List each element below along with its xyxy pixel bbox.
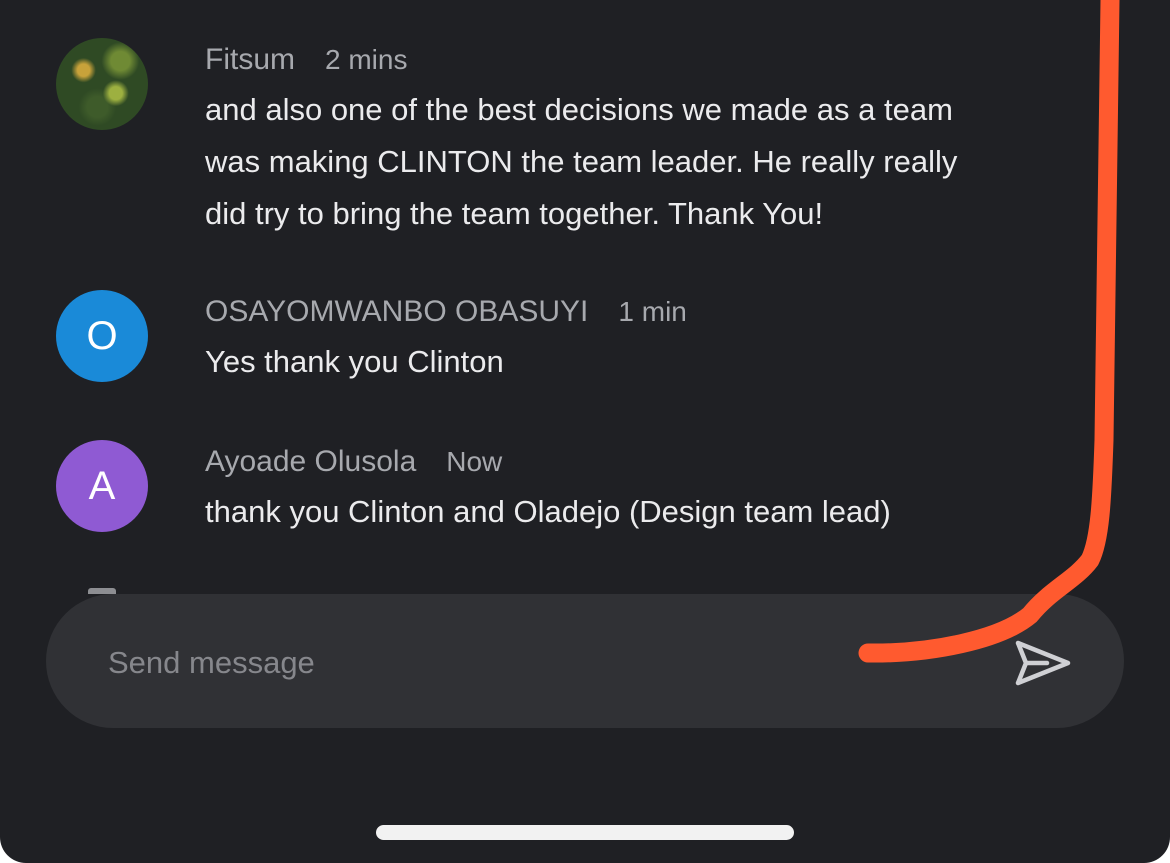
avatar-letter: A	[88, 464, 116, 508]
message-line: Yes thank you Clinton	[205, 344, 504, 379]
send-icon	[1015, 640, 1071, 686]
message-text: Yes thank you Clinton	[205, 336, 1085, 388]
message-meta: OSAYOMWANBO OBASUYI 1 min	[205, 292, 687, 332]
message-list[interactable]: Fitsum 2 mins and also one of the best de…	[0, 0, 1170, 600]
author-name: Ayoade Olusola	[205, 445, 417, 478]
message-line: was making CLINTON the team leader. He r…	[205, 144, 958, 179]
avatar-letter: O	[86, 314, 118, 358]
avatar[interactable]: A	[56, 440, 148, 532]
message-line: did try to bring the team together. Than…	[205, 196, 824, 231]
message-text: and also one of the best decisions we ma…	[205, 84, 1085, 240]
author-name: Fitsum	[205, 43, 295, 76]
message-time: 1 min	[618, 296, 687, 327]
message-text: thank you Clinton and Oladejo (Design te…	[205, 486, 1085, 538]
send-button[interactable]	[1012, 638, 1074, 688]
message-meta: Fitsum 2 mins	[205, 40, 407, 80]
message-line: and also one of the best decisions we ma…	[205, 92, 953, 127]
message-time: Now	[446, 446, 503, 477]
avatar[interactable]: O	[56, 290, 148, 382]
message-meta: Ayoade Olusola Now	[205, 442, 502, 482]
message-composer	[46, 594, 1124, 728]
chat-screen: Fitsum 2 mins and also one of the best de…	[0, 0, 1170, 863]
home-indicator[interactable]	[376, 825, 794, 840]
send-message-input[interactable]	[106, 634, 870, 692]
avatar[interactable]	[56, 38, 148, 130]
message-line: thank you Clinton and Oladejo (Design te…	[205, 494, 891, 529]
message-time: 2 mins	[325, 44, 408, 75]
author-name: OSAYOMWANBO OBASUYI	[205, 295, 589, 328]
